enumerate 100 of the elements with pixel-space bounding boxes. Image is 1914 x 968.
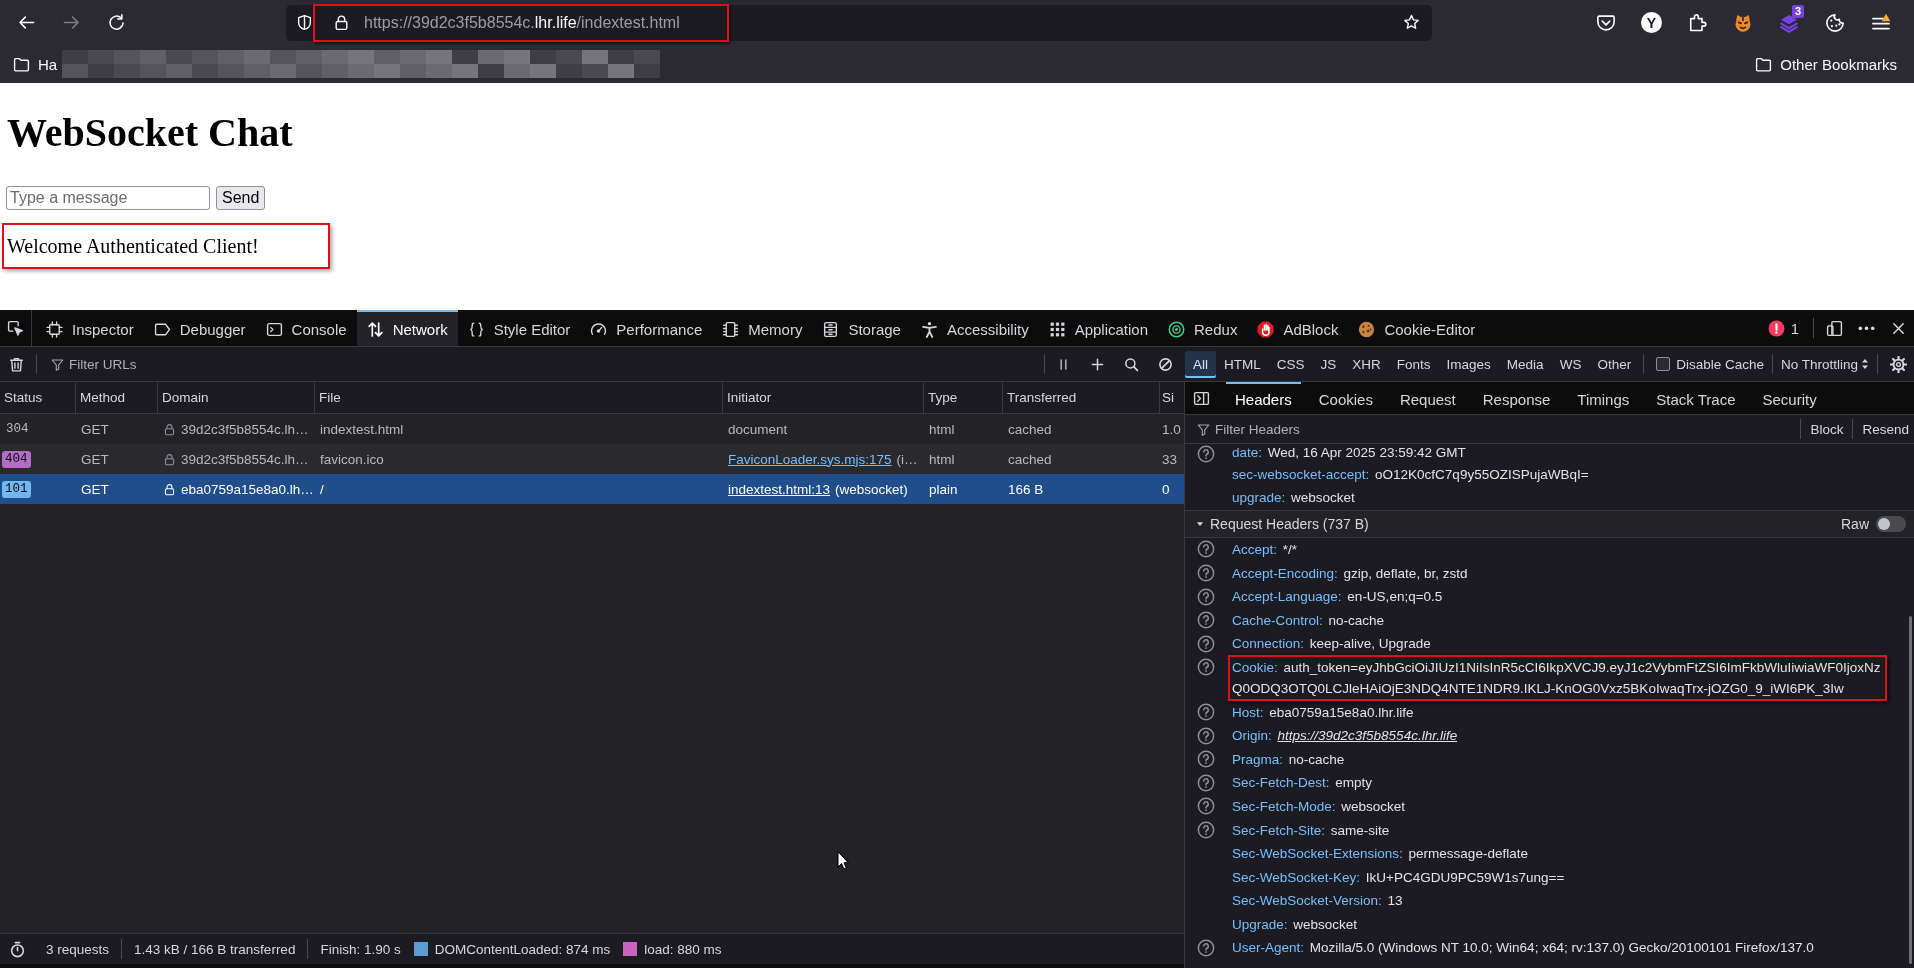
details-tab[interactable]: Headers — [1226, 382, 1301, 414]
domain-text: eba0759a15e8a0.lh… — [181, 481, 314, 497]
file-name: / — [320, 481, 324, 497]
initiator-link[interactable]: FaviconLoader.sys.mjs:175 — [728, 451, 892, 467]
devtools-tab[interactable]: Debugger — [143, 310, 256, 346]
type-text: plain — [929, 481, 958, 497]
details-tab[interactable]: Timings — [1568, 382, 1639, 414]
devtools-tab[interactable]: Cookie-Editor — [1348, 310, 1486, 346]
reload-icon — [106, 13, 126, 32]
details-tab[interactable]: Response — [1473, 382, 1560, 414]
star-icon — [1403, 14, 1420, 31]
tag-icon — [153, 320, 171, 338]
status-badge: 101 — [2, 480, 31, 498]
type-filter-button[interactable]: WS — [1551, 350, 1590, 378]
devtools-tab[interactable]: Storage — [812, 310, 911, 346]
column-header[interactable]: Si — [1160, 382, 1184, 413]
devtools-tab[interactable]: Accessibility — [910, 310, 1039, 346]
header-entry: date: Wed, 16 Apr 2025 23:59:42 GMT — [1232, 445, 1466, 460]
column-header[interactable]: Type — [924, 382, 1003, 413]
raw-toggle[interactable] — [1876, 515, 1906, 532]
type-filter-button[interactable]: XHR — [1344, 350, 1389, 378]
address-bar[interactable]: https://39d2c3f5b8554c.lhr.life/indextest.html — [286, 4, 1432, 41]
column-header[interactable]: Domain — [158, 382, 315, 413]
devtools-tab[interactable]: Inspector — [36, 310, 144, 346]
status-badge: 404 — [2, 450, 31, 468]
filter-urls-field[interactable]: Filter URLs — [69, 354, 1040, 374]
type-filter-button[interactable]: Other — [1589, 350, 1640, 378]
bookmark-folder[interactable]: Other Bookmarks — [1752, 53, 1900, 75]
disable-cache-checkbox[interactable] — [1656, 357, 1671, 371]
type-filter-button[interactable]: HTML — [1216, 350, 1269, 378]
pocket-icon — [1596, 12, 1616, 33]
up-down-caret-icon — [1861, 358, 1869, 370]
stop-hand-icon — [1257, 320, 1275, 338]
details-tab[interactable]: Request — [1390, 382, 1465, 414]
block-icon — [1157, 356, 1173, 372]
header-value-link[interactable]: https://39d2c3f5b8554c.lhr.life — [1277, 728, 1458, 744]
error-icon — [1767, 319, 1785, 337]
chat-message: Welcome Authenticated Client! — [7, 234, 259, 258]
column-header[interactable]: Method — [76, 382, 158, 413]
devtools-tab[interactable]: Style Editor — [457, 310, 581, 346]
extension-button[interactable]: 3 — [1773, 6, 1805, 39]
status-text: 3 requests — [46, 941, 110, 957]
lock-icon — [333, 14, 350, 31]
cookie-icon — [1358, 320, 1376, 338]
element-picker-icon — [7, 319, 24, 337]
type-filter-button[interactable]: Images — [1438, 350, 1499, 378]
error-count-button[interactable]: 1 — [1757, 310, 1809, 346]
header-entry: User-Agent: Mozilla/5.0 (Windows NT 10.0; Win64; x64; rv:137.0) Gecko/20100101 Firefox/137.0 — [1232, 940, 1814, 956]
section-header[interactable]: Request Headers (737 B) Raw — [1185, 509, 1914, 538]
letter-extension-button[interactable]: Y — [1641, 12, 1662, 33]
devtools-tab[interactable]: Application — [1038, 310, 1159, 346]
request-row[interactable]: 101 GET eba0759a15e8a0.lh… / indextest.html:13 (websocket) plain 166 B 0 — [0, 474, 1184, 504]
storage-cabinet-icon — [822, 320, 840, 338]
type-filter-button[interactable]: CSS — [1268, 350, 1313, 378]
message-input[interactable]: Type a message — [6, 186, 210, 210]
request-row[interactable]: 404 GET 39d2c3f5b8554c.lh… favicon.ico FaviconLoader.sys.mjs:175 (i… html cached 33 — [0, 444, 1184, 474]
bookmark-folder[interactable]: Ha — [10, 53, 61, 75]
header-action-button[interactable]: Block — [1805, 415, 1849, 443]
type-filter-button[interactable]: Media — [1498, 350, 1552, 378]
type-filter-button[interactable]: All — [1185, 350, 1216, 378]
details-tab[interactable]: Security — [1753, 382, 1826, 414]
header-action-button[interactable]: Resend — [1857, 415, 1914, 443]
header-entry: Sec-Fetch-Site: same-site — [1232, 822, 1390, 838]
column-header[interactable]: File — [315, 382, 723, 413]
folder-icon — [1755, 55, 1773, 73]
header-entry: Connection: keep-alive, Upgrade — [1232, 636, 1431, 652]
url-text: https://39d2c3f5b8554c.lhr.life/indextest.html — [364, 13, 680, 32]
initiator-detail: (i… — [896, 451, 918, 467]
initiator-link[interactable]: indextest.html:13 — [728, 481, 831, 497]
details-tab[interactable]: Cookies — [1309, 382, 1382, 414]
devtools-tab[interactable]: Network — [356, 310, 458, 346]
transferred-text: 166 B — [1008, 481, 1044, 497]
header-name: Origin: — [1232, 728, 1272, 744]
shield-icon — [296, 14, 313, 31]
devtools-tab[interactable]: Console — [255, 310, 357, 346]
devtools-tab[interactable]: Performance — [580, 310, 713, 346]
column-header[interactable]: Status — [0, 382, 76, 413]
braces-icon — [467, 320, 485, 338]
devtools-tab[interactable]: Redux — [1158, 310, 1248, 346]
puzzle-piece-icon — [1687, 12, 1707, 33]
throttling-select[interactable]: No Throttling — [1776, 347, 1873, 381]
column-header[interactable]: Transferred — [1003, 382, 1160, 413]
devtools-tab[interactable]: Memory — [712, 310, 813, 346]
filter-headers-field[interactable]: Filter Headers — [1215, 419, 1797, 439]
type-filter-button[interactable]: JS — [1312, 350, 1345, 378]
column-header[interactable]: Initiator — [723, 382, 924, 413]
section-title: Request Headers (737 B) — [1210, 515, 1369, 532]
header-entry: Accept-Language: en-US,en;q=0.5 — [1232, 589, 1443, 605]
method-text: GET — [81, 451, 109, 467]
transferred-text: cached — [1008, 451, 1052, 467]
domain-text: 39d2c3f5b8554c.lh… — [181, 451, 309, 467]
header-entry: Pragma: no-cache — [1232, 751, 1345, 767]
person-icon — [920, 320, 938, 338]
cat-face-icon — [1733, 12, 1753, 33]
scrollbar-thumb[interactable] — [1909, 616, 1912, 964]
details-tab[interactable]: Stack Trace — [1647, 382, 1745, 414]
devtools-tab[interactable]: AdBlock — [1247, 310, 1349, 346]
send-button[interactable]: Send — [216, 186, 266, 210]
type-filter-button[interactable]: Fonts — [1388, 350, 1439, 378]
header-entry: Sec-Fetch-Dest: empty — [1232, 775, 1373, 791]
